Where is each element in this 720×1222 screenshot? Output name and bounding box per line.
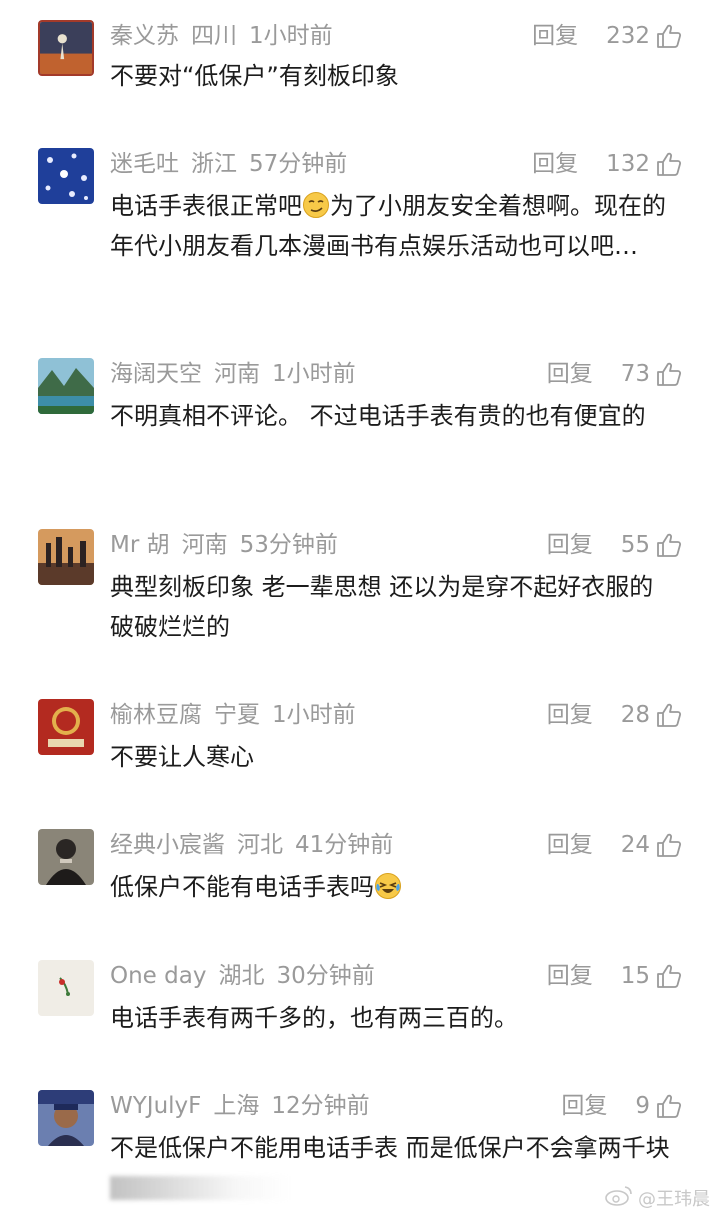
thumbs-up-icon[interactable] [656, 832, 682, 858]
username[interactable]: 经典小宸酱 [110, 832, 225, 858]
like-count: 132 [606, 151, 650, 177]
avatar[interactable] [38, 358, 94, 414]
avatar[interactable] [38, 20, 94, 76]
avatar[interactable] [38, 960, 94, 1016]
username[interactable]: One day [110, 963, 206, 989]
comment-text-part: 电话手表很正常吧 [110, 192, 302, 220]
timestamp: 57分钟前 [249, 151, 348, 177]
like-count: 24 [620, 832, 650, 858]
region: 上海 [213, 1093, 260, 1119]
comment-text-part: 不是低保户不能用电话手表 而是低保户不会拿两千块 [110, 1134, 670, 1162]
comment-meta: 经典小宸酱 河北 41分钟前 [110, 827, 405, 863]
weibo-logo-icon [604, 1183, 638, 1212]
like-count: 15 [620, 963, 650, 989]
region: 湖北 [218, 963, 265, 989]
like-count: 73 [620, 361, 650, 387]
comment-text: 不要对“低保户”有刻板印象 [110, 62, 399, 90]
reply-button[interactable]: 回复 [547, 827, 593, 863]
comment-meta: 迷毛吐 浙江 57分钟前 [110, 146, 359, 182]
timestamp: 53分钟前 [239, 532, 338, 558]
username[interactable]: 海阔天空 [110, 361, 202, 387]
thumbs-up-icon[interactable] [656, 151, 682, 177]
thumbs-up-icon[interactable] [656, 361, 682, 387]
comment-meta: 秦义苏 四川 1小时前 [110, 18, 345, 54]
watermark: @王玮晨 [604, 1183, 710, 1212]
thumbs-up-icon[interactable] [656, 963, 682, 989]
comment-text: 不要让人寒心 [110, 743, 254, 771]
region: 河南 [214, 361, 260, 387]
comment-meta: WYJulyF 上海 12分钟前 [110, 1088, 382, 1124]
reply-button[interactable]: 回复 [532, 146, 578, 182]
thumbs-up-icon[interactable] [656, 702, 682, 728]
watermark-text: @王玮晨 [638, 1188, 710, 1210]
thumbs-up-icon[interactable] [656, 532, 682, 558]
username[interactable]: Mr 胡 [110, 532, 170, 558]
timestamp: 30分钟前 [276, 963, 375, 989]
region: 浙江 [191, 151, 237, 177]
avatar[interactable] [38, 1090, 94, 1146]
region: 河南 [181, 532, 228, 558]
region: 河北 [237, 832, 283, 858]
username[interactable]: 迷毛吐 [110, 151, 179, 177]
blur-overlay [110, 1176, 290, 1200]
comment-text: 不是低保户不能用电话手表 而是低保户不会拿两千块 [110, 1128, 682, 1208]
like-count: 232 [606, 23, 650, 49]
comment-text-part: 低保户不能有电话手表吗 [110, 873, 374, 901]
reply-button[interactable]: 回复 [561, 1088, 607, 1124]
comment-meta: Mr 胡河南 53分钟前 [110, 527, 350, 563]
username[interactable]: 秦义苏 [110, 23, 179, 49]
comment-text: 低保户不能有电话手表吗 [110, 867, 682, 907]
timestamp: 12分钟前 [271, 1093, 370, 1119]
comment-text: 典型刻板印象 老一辈思想 还以为是穿不起好衣服的 破破烂烂的 [110, 573, 654, 641]
comment-text: 电话手表有两千多的，也有两三百的。 [110, 1004, 518, 1032]
username[interactable]: WYJulyF [110, 1093, 201, 1119]
avatar[interactable] [38, 148, 94, 204]
region: 四川 [191, 23, 237, 49]
thumbs-up-icon[interactable] [656, 1093, 682, 1119]
reply-button[interactable]: 回复 [547, 527, 593, 563]
avatar[interactable] [38, 829, 94, 885]
avatar[interactable] [38, 699, 94, 755]
region: 宁夏 [214, 702, 260, 728]
reply-button[interactable]: 回复 [547, 958, 593, 994]
reply-button[interactable]: 回复 [547, 697, 593, 733]
reply-button[interactable]: 回复 [532, 18, 578, 54]
like-count: 9 [635, 1093, 650, 1119]
smirk-emoji-icon [302, 191, 330, 219]
comment-text: 不明真相不评论。 不过电话手表有贵的也有便宜的 [110, 402, 646, 430]
comment-meta: One day 湖北 30分钟前 [110, 958, 387, 994]
username[interactable]: 榆林豆腐 [110, 702, 202, 728]
timestamp: 1小时前 [272, 702, 356, 728]
thumbs-up-icon[interactable] [656, 23, 682, 49]
laughing-crying-emoji-icon [374, 872, 402, 900]
comment-meta: 海阔天空 河南 1小时前 [110, 356, 368, 392]
reply-button[interactable]: 回复 [547, 356, 593, 392]
comment-text: 电话手表很正常吧 为了小朋友安全着想啊。现在的年代小朋友看几本漫画书有点娱乐活动也… [110, 186, 682, 266]
like-count: 55 [620, 532, 650, 558]
like-count: 28 [620, 702, 650, 728]
timestamp: 1小时前 [249, 23, 333, 49]
avatar[interactable] [38, 529, 94, 585]
timestamp: 41分钟前 [295, 832, 394, 858]
comment-meta: 榆林豆腐 宁夏 1小时前 [110, 697, 368, 733]
timestamp: 1小时前 [272, 361, 356, 387]
